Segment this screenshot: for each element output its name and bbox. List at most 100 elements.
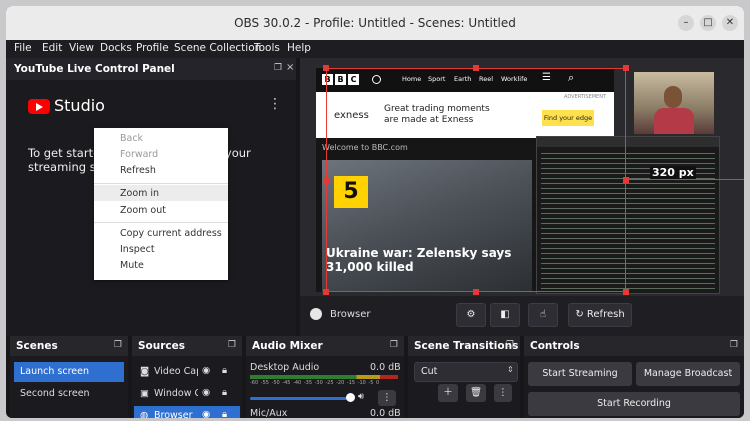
- controls-header: Controls ❐: [524, 336, 744, 356]
- filters-button[interactable]: ◧: [490, 303, 520, 327]
- source-item-video-capture[interactable]: Video Cap: [154, 366, 198, 377]
- camera-icon: ◙: [140, 366, 150, 377]
- tick: -5: [368, 380, 374, 386]
- refresh-button[interactable]: ↻ Refresh: [568, 303, 632, 327]
- resize-handle[interactable]: [473, 65, 479, 71]
- title-bar: OBS 30.0.2 - Profile: Untitled - Scenes:…: [6, 6, 744, 40]
- add-transition-button[interactable]: ＋: [438, 384, 458, 402]
- menu-view[interactable]: View: [69, 42, 94, 54]
- desktop-audio-meter: [250, 375, 398, 379]
- context-refresh[interactable]: Refresh: [120, 165, 156, 176]
- audio-mixer-panel: Audio Mixer ❐ Desktop Audio 0.0 dB -60 -…: [246, 336, 404, 418]
- tick: -60: [250, 380, 259, 386]
- context-mute[interactable]: Mute: [120, 260, 144, 271]
- desktop-audio-volume-slider[interactable]: [250, 397, 350, 400]
- menu-edit[interactable]: Edit: [42, 42, 62, 54]
- volume-slider-handle[interactable]: [346, 393, 355, 402]
- context-zoom-in[interactable]: Zoom in: [120, 188, 159, 199]
- resize-handle[interactable]: [323, 177, 329, 183]
- dock-float-icon[interactable]: ❐: [506, 340, 514, 350]
- menu-profile[interactable]: Profile: [136, 42, 169, 54]
- resize-handle[interactable]: [323, 289, 329, 295]
- speaker-icon[interactable]: 🔊︎: [358, 391, 364, 402]
- selected-source-name: Browser: [330, 309, 371, 320]
- youtube-logo-icon: [28, 99, 50, 114]
- menu-file[interactable]: File: [14, 42, 32, 54]
- tick: -20: [336, 380, 345, 386]
- tick: -55: [260, 380, 269, 386]
- resize-handle[interactable]: [623, 289, 629, 295]
- channel-mic-aux-name: Mic/Aux: [250, 408, 288, 418]
- context-back[interactable]: Back: [120, 133, 143, 144]
- refresh-button-label: Refresh: [586, 309, 625, 320]
- context-zoom-out[interactable]: Zoom out: [120, 205, 166, 216]
- distance-guide-line: [626, 179, 744, 180]
- minimize-icon[interactable]: –: [678, 15, 694, 31]
- maximize-icon[interactable]: □: [700, 15, 716, 31]
- channel-mic-aux-level: 0.0 dB: [370, 408, 401, 418]
- context-menu: Back Forward Refresh Zoom in Zoom out Co…: [94, 128, 228, 280]
- channel-desktop-audio-level: 0.0 dB: [370, 362, 401, 373]
- source-item-window-capture[interactable]: Window C: [154, 388, 198, 399]
- menu-scene-collection[interactable]: Scene Collection: [174, 42, 261, 54]
- plus-icon: ＋: [443, 387, 453, 398]
- transition-select-value: Cut: [421, 366, 438, 377]
- menu-docks[interactable]: Docks: [100, 42, 132, 54]
- interact-button[interactable]: ☝: [528, 303, 558, 327]
- context-hover-highlight: [94, 185, 228, 201]
- source-item-browser[interactable]: Browser: [154, 410, 193, 418]
- tick: -45: [282, 380, 291, 386]
- preview-canvas[interactable]: B B C Home Sport Earth Reel Worklife ☰ ⌕…: [300, 58, 744, 296]
- dock-float-icon[interactable]: ❐: [730, 340, 738, 350]
- scene-transitions-header: Scene Transitions ❐: [408, 336, 520, 356]
- transition-menu-button[interactable]: ⋮: [494, 384, 512, 402]
- lock-icon[interactable]: 🔒︎: [222, 409, 227, 418]
- menu-help[interactable]: Help: [287, 42, 311, 54]
- dock-float-icon[interactable]: ❐: [390, 340, 398, 350]
- dock-close-icon[interactable]: ×: [286, 62, 294, 73]
- menu-tools[interactable]: Tools: [254, 42, 280, 54]
- context-forward[interactable]: Forward: [120, 149, 158, 160]
- lock-icon[interactable]: 🔒︎: [222, 387, 227, 398]
- more-options-icon[interactable]: ⋮: [268, 96, 282, 112]
- scene-transitions-panel: Scene Transitions ❐ Cut ⇕ ＋ 🗑︎ ⋮: [408, 336, 520, 418]
- webcam-person-shirt: [654, 108, 694, 134]
- sources-panel: Sources ❐ ◙ Video Cap ◉ 🔒︎ ▣ Window C ◉ …: [132, 336, 242, 418]
- resize-handle[interactable]: [623, 65, 629, 71]
- tick: -35: [303, 380, 312, 386]
- youtube-studio-logo-text: Studio: [54, 96, 105, 115]
- properties-button[interactable]: ⚙: [456, 303, 486, 327]
- start-recording-button[interactable]: Start Recording: [528, 392, 740, 416]
- obs-window: OBS 30.0.2 - Profile: Untitled - Scenes:…: [6, 6, 744, 418]
- start-streaming-button[interactable]: Start Streaming: [528, 362, 632, 386]
- close-icon[interactable]: ✕: [722, 15, 738, 31]
- dock-float-icon[interactable]: ❐: [274, 63, 282, 73]
- trash-icon: 🗑︎: [469, 387, 483, 398]
- channel-menu-button[interactable]: ⋮: [378, 390, 396, 406]
- resize-handle[interactable]: [473, 289, 479, 295]
- manage-broadcast-button[interactable]: Manage Broadcast: [636, 362, 740, 386]
- context-inspect[interactable]: Inspect: [120, 244, 155, 255]
- scene-item-launch-screen[interactable]: Launch screen: [20, 366, 89, 377]
- resize-handle[interactable]: [623, 177, 629, 183]
- remove-transition-button[interactable]: 🗑︎: [466, 384, 486, 402]
- resize-handle[interactable]: [323, 65, 329, 71]
- meter-ticks: -60 -55 -50 -45 -40 -35 -30 -25 -20 -15 …: [250, 380, 400, 386]
- selection-box[interactable]: [326, 68, 626, 292]
- globe-icon: [310, 308, 322, 320]
- refresh-icon: ↻: [575, 309, 584, 320]
- context-copy-address[interactable]: Copy current address: [120, 228, 222, 239]
- visibility-eye-icon[interactable]: ◉: [202, 365, 210, 376]
- context-divider: [94, 222, 228, 223]
- scene-item-second-screen[interactable]: Second screen: [20, 388, 90, 399]
- visibility-eye-icon[interactable]: ◉: [202, 387, 210, 398]
- scenes-header: Scenes ❐: [10, 336, 128, 356]
- source-toolbar: Browser ⚙ ◧ ☝ ↻ Refresh: [300, 296, 744, 336]
- visibility-eye-icon[interactable]: ◉: [202, 409, 210, 418]
- dock-float-icon[interactable]: ❐: [228, 340, 236, 350]
- tick: -10: [357, 380, 366, 386]
- transition-select[interactable]: Cut ⇕: [414, 362, 518, 382]
- dock-float-icon[interactable]: ❐: [114, 340, 122, 350]
- gear-icon: ⚙: [466, 309, 476, 320]
- lock-icon[interactable]: 🔒︎: [222, 365, 227, 376]
